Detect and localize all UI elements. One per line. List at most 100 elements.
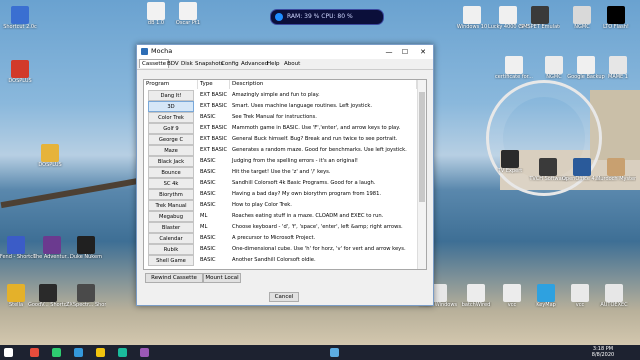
shortcut-icon (77, 284, 95, 302)
vertical-scrollbar[interactable] (417, 80, 426, 269)
minimize-button[interactable]: — (381, 46, 397, 58)
table-row[interactable]: Biorythm BASIC Having a bad day? My own bi… (144, 189, 418, 200)
app-icon-3[interactable] (118, 348, 127, 357)
mocha-task-icon[interactable] (330, 348, 339, 357)
desktop-icon[interactable]: Duke Nukem (66, 236, 106, 260)
desktop-icon[interactable]: Windows 10 (452, 6, 492, 30)
desktop-icon[interactable]: batchWired (456, 284, 496, 308)
column-header-program[interactable]: Program (144, 80, 198, 89)
shortcut-icon (539, 158, 557, 176)
cell-program[interactable]: Maze (148, 145, 194, 156)
desktop-icon-label: DOSPLUS (38, 162, 62, 168)
app-icon-4[interactable] (140, 348, 149, 357)
resource-text: RAM: 39 % CPU: 80 % (287, 13, 353, 20)
table-row[interactable]: Megabug ML Roaches eating stuff in a maze.… (144, 211, 418, 222)
cell-type: ML (200, 213, 208, 219)
cancel-button[interactable]: Cancel (269, 292, 299, 302)
table-row[interactable]: Trek Manual BASIC How to play Color Trek. (144, 200, 418, 211)
cell-type: BASIC (200, 180, 216, 186)
tab-about[interactable]: About (282, 60, 302, 68)
cell-program[interactable]: Trek Manual (148, 200, 194, 211)
table-row[interactable]: Golf 9 EXT BASIC Mammoth game in BASIC. Us… (144, 123, 418, 134)
desktop-icon-label: SMSPET Emulator (520, 24, 560, 30)
cell-program[interactable]: George C (148, 134, 194, 145)
shortcut-icon (147, 2, 165, 20)
cell-type: BASIC (200, 246, 216, 252)
shortcut-icon (179, 2, 197, 20)
table-row[interactable]: SC 4k BASIC Sandhill Colorsoft 4k Basic Pr… (144, 178, 418, 189)
desktop-icon[interactable]: GoodV... Shortcut (28, 284, 68, 308)
cell-program[interactable]: Golf 9 (148, 123, 194, 134)
cell-desc: See Trek Manual for instructions. (232, 114, 317, 120)
table-row[interactable]: Color Trek BASIC See Trek Manual for instr… (144, 112, 418, 123)
table-row[interactable]: Rubik BASIC One-dimensional cube. Use 'h' … (144, 244, 418, 255)
start-icon[interactable] (4, 348, 13, 357)
desktop-icon[interactable]: AUTOEXEC (594, 284, 634, 308)
desktop-icon[interactable]: Murdoch Mysteries (596, 158, 636, 182)
tab-help[interactable]: Help (265, 60, 282, 68)
cell-program[interactable]: Dang It! (148, 90, 194, 101)
desktop-icon[interactable]: DOSPLUS (0, 60, 40, 84)
table-row[interactable]: 3D EXT BASIC Smart. Uses machine language … (144, 101, 418, 112)
shortcut-icon (499, 6, 517, 24)
desktop-icon[interactable]: SMSPET Emulator (520, 6, 560, 30)
mount-local-button[interactable]: Mount Local (203, 273, 241, 283)
cell-desc: Hit the target! Use the 'z' and '/' keys… (232, 169, 331, 175)
cell-program[interactable]: SC 4k (148, 178, 194, 189)
desktop-icon[interactable]: ZXSpectr... Shortcut (66, 284, 106, 308)
cell-program[interactable]: Shell Game (148, 255, 194, 266)
app-icon-2[interactable] (74, 348, 83, 357)
tab-config[interactable]: Config (219, 60, 241, 68)
column-header-description[interactable]: Description (230, 80, 417, 89)
cell-desc: Amazingly simple and fun to play. (232, 92, 320, 98)
shortcut-icon (501, 150, 519, 168)
table-row[interactable]: Calendar BASIC A precursor to Microsoft Pr… (144, 233, 418, 244)
shortcut-icon (43, 236, 61, 254)
chrome-icon[interactable] (30, 348, 39, 357)
close-button[interactable]: ✕ (415, 46, 431, 58)
desktop-icon[interactable]: Shortcut 2.0c (0, 6, 40, 30)
table-row[interactable]: Bounce BASIC Hit the target! Use the 'z' a… (144, 167, 418, 178)
shortcut-icon (607, 158, 625, 176)
desktop-icon[interactable]: LTO Flash! (596, 6, 636, 30)
desktop-icon-label: LTO Flash! (603, 24, 629, 30)
resource-monitor[interactable]: RAM: 39 % CPU: 80 % (270, 9, 384, 25)
app-icon-1[interactable] (52, 348, 61, 357)
cell-program[interactable]: Black Jack (148, 156, 194, 167)
table-row[interactable]: Maze EXT BASIC Generates a random maze. Go… (144, 145, 418, 156)
cell-type: EXT BASIC (200, 125, 228, 131)
maximize-button[interactable]: ☐ (397, 46, 413, 58)
table-row[interactable]: George C EXT BASIC General Buck himself. B… (144, 134, 418, 145)
desktop-icon[interactable]: certificate for... (494, 56, 534, 80)
shortcut-icon (41, 144, 59, 162)
table-row[interactable]: Blaster ML Choose keyboard - 'd', 'f', 'sp… (144, 222, 418, 233)
cell-program[interactable]: Biorythm (148, 189, 194, 200)
cell-program[interactable]: Blaster (148, 222, 194, 233)
clock[interactable]: 3:18 PM 8/8/2020 (578, 346, 628, 358)
scroll-thumb[interactable] (419, 92, 425, 202)
table-row[interactable]: Dang It! EXT BASIC Amazingly simple and fu… (144, 90, 418, 101)
rewind-cassette-button[interactable]: Rewind Cassette (145, 273, 203, 283)
cell-program[interactable]: Megabug (148, 211, 194, 222)
cell-program[interactable]: Rubik (148, 244, 194, 255)
desktop-icon[interactable]: Oscar Pt1 (168, 2, 208, 26)
folder-icon[interactable] (96, 348, 105, 357)
cell-program[interactable]: Color Trek (148, 112, 194, 123)
desktop-icon[interactable]: TV Expert (490, 150, 530, 174)
desktop-icon-label: DFend - Shortcut (0, 254, 36, 260)
column-header-type[interactable]: Type (198, 80, 230, 89)
table-row[interactable]: Shell Game BASIC Another Sandhill Colorsof… (144, 255, 418, 266)
cell-program[interactable]: Calendar (148, 233, 194, 244)
shortcut-icon (503, 284, 521, 302)
desktop-icon[interactable]: DOSPLUS (30, 144, 70, 168)
desktop-icon-label: certificate for... (494, 74, 533, 80)
title-bar[interactable]: Mocha — ☐ ✕ (137, 45, 433, 59)
cell-program[interactable]: Bounce (148, 167, 194, 178)
shortcut-icon (11, 60, 29, 78)
cell-program[interactable]: 3D (148, 101, 194, 112)
table-row[interactable]: Black Jack BASIC Judging from the spelling… (144, 156, 418, 167)
desktop-icon[interactable]: DFend - Shortcut (0, 236, 36, 260)
shortcut-icon (571, 284, 589, 302)
shortcut-icon (531, 6, 549, 24)
desktop-icon[interactable]: MAME 1 (598, 56, 638, 80)
